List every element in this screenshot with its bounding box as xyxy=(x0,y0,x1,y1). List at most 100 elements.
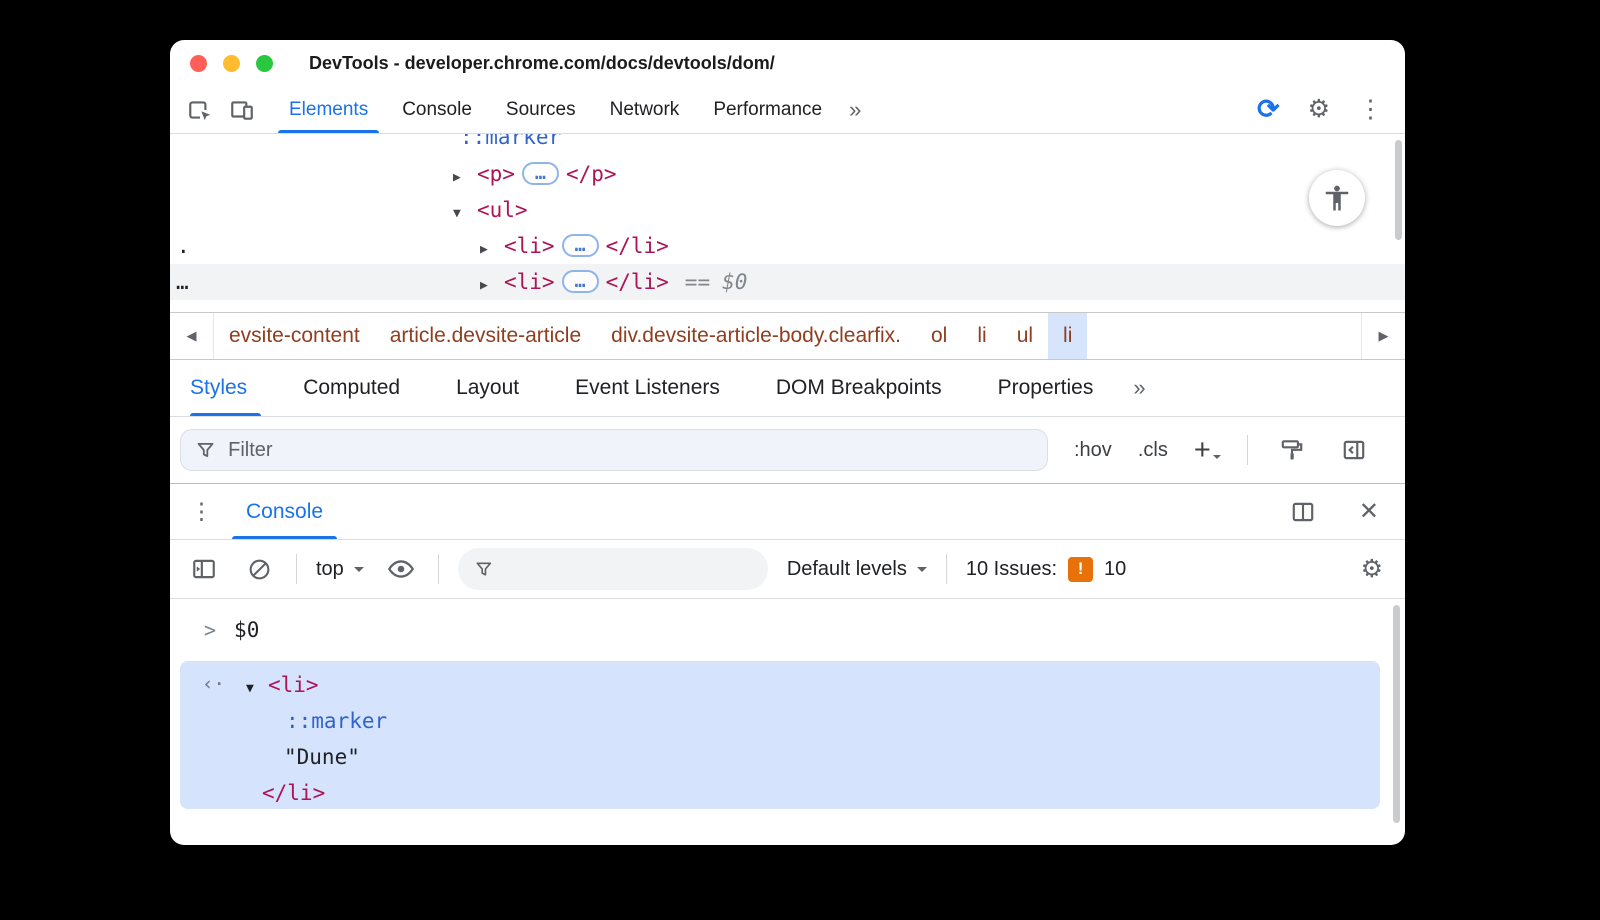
element-classes-button[interactable]: .cls xyxy=(1138,439,1168,462)
twisty-collapsed-icon[interactable]: ▶ xyxy=(480,232,504,268)
twisty-collapsed-icon[interactable]: ▶ xyxy=(480,268,504,304)
context-selector[interactable]: top xyxy=(316,558,364,581)
tree-row-p[interactable]: ▶<p>…</p> xyxy=(170,156,1405,192)
tab-dom-breakpoints[interactable]: DOM Breakpoints xyxy=(748,360,970,416)
dock-sidebar-icon[interactable] xyxy=(1336,432,1372,468)
console-command-text: $0 xyxy=(234,618,259,642)
close-window-button[interactable] xyxy=(190,55,207,72)
issues-counter[interactable]: 10 Issues: ! 10 xyxy=(966,557,1126,582)
tab-properties[interactable]: Properties xyxy=(970,360,1122,416)
clipped-gutter-text: . xyxy=(177,228,190,264)
devtools-window: DevTools - developer.chrome.com/docs/dev… xyxy=(170,40,1405,845)
dom-tree-scrollbar[interactable] xyxy=(1395,140,1402,240)
twisty-expanded-icon[interactable]: ▼ xyxy=(246,671,268,707)
breadcrumb-item[interactable]: evsite-content xyxy=(214,313,375,359)
issues-label: 10 Issues: xyxy=(966,558,1057,581)
tab-performance-label: Performance xyxy=(713,99,822,121)
minimize-window-button[interactable] xyxy=(223,55,240,72)
expand-ellipsis-button[interactable]: … xyxy=(562,270,599,293)
tree-row-ul[interactable]: ▼<ul> xyxy=(170,192,1405,228)
breadcrumb-item[interactable]: ul xyxy=(1002,313,1048,359)
tree-row-clipped-marker[interactable]: ::marker xyxy=(460,134,561,155)
issues-count: 10 xyxy=(1104,558,1126,581)
result-marker-row[interactable]: ::marker xyxy=(286,703,387,739)
expand-ellipsis-button[interactable]: … xyxy=(562,234,599,257)
close-drawer-icon[interactable]: ✕ xyxy=(1359,497,1379,526)
filter-funnel-icon xyxy=(474,558,494,580)
drawer-tab-console[interactable]: Console xyxy=(242,484,327,539)
panel-tabs: Elements Console Sources Network Perform… xyxy=(272,86,871,133)
dropdown-caret-icon xyxy=(354,567,364,577)
styles-filter-bar: :hov .cls + xyxy=(170,417,1405,483)
tab-console-label: Console xyxy=(402,99,472,121)
more-tabs-icon[interactable]: » xyxy=(839,86,871,133)
twisty-expanded-icon[interactable]: ▼ xyxy=(453,196,477,232)
breadcrumb-item-selected[interactable]: li xyxy=(1048,313,1087,359)
tag-open: <ul> xyxy=(477,198,528,222)
console-settings-gear-icon[interactable]: ⚙ xyxy=(1361,557,1383,582)
eye-live-expression-icon[interactable] xyxy=(383,551,419,587)
maximize-window-button[interactable] xyxy=(256,55,273,72)
toggle-element-state-button[interactable]: :hov xyxy=(1074,439,1112,462)
console-filter-input[interactable] xyxy=(503,558,751,581)
new-style-rule-button[interactable]: + xyxy=(1194,436,1221,465)
styles-filter-field[interactable] xyxy=(180,429,1048,471)
result-li-close-row[interactable]: </li> xyxy=(262,775,325,811)
drawer-kebab-menu-icon[interactable]: ⋮ xyxy=(190,484,218,539)
console-scrollbar[interactable] xyxy=(1393,605,1400,823)
breadcrumb-back-icon[interactable]: ◀ xyxy=(170,313,214,359)
tag-close: </li> xyxy=(606,270,669,294)
result-text-node-row[interactable]: "Dune" xyxy=(284,739,360,775)
divider xyxy=(946,554,947,584)
title-bar: DevTools - developer.chrome.com/docs/dev… xyxy=(170,40,1405,86)
twisty-collapsed-icon[interactable]: ▶ xyxy=(453,160,477,196)
inspect-element-icon[interactable] xyxy=(182,92,218,128)
result-li-open-row[interactable]: ▼<li> xyxy=(246,667,319,703)
tree-row-li-selected[interactable]: ▶<li>…</li>==$0 xyxy=(170,264,1405,300)
breadcrumb: ◀ evsite-content article.devsite-article… xyxy=(170,312,1405,360)
tab-computed-label: Computed xyxy=(303,376,400,400)
tab-event-listeners[interactable]: Event Listeners xyxy=(547,360,748,416)
tab-console[interactable]: Console xyxy=(385,86,489,133)
tag-close: </li> xyxy=(606,234,669,258)
log-levels-value: Default levels xyxy=(787,558,907,581)
accessibility-button[interactable] xyxy=(1309,170,1365,226)
tab-styles-label: Styles xyxy=(190,376,247,400)
accessibility-person-icon xyxy=(1322,183,1352,213)
clear-console-icon[interactable] xyxy=(241,551,277,587)
tab-layout[interactable]: Layout xyxy=(428,360,547,416)
tab-layout-label: Layout xyxy=(456,376,519,400)
tab-elements[interactable]: Elements xyxy=(272,86,385,133)
more-style-tabs-icon[interactable]: » xyxy=(1123,360,1155,416)
breadcrumb-item[interactable]: div.devsite-article-body.clearfix. xyxy=(596,313,916,359)
split-panel-icon[interactable] xyxy=(1285,494,1321,530)
expand-ellipsis-button[interactable]: … xyxy=(522,162,559,185)
divider xyxy=(296,554,297,584)
tab-properties-label: Properties xyxy=(998,376,1094,400)
console-sidebar-icon[interactable] xyxy=(186,551,222,587)
breadcrumb-forward-icon[interactable]: ▶ xyxy=(1361,313,1405,359)
console-filter-field[interactable] xyxy=(458,548,768,590)
breadcrumb-item[interactable]: li xyxy=(962,313,1001,359)
tab-styles[interactable]: Styles xyxy=(190,360,275,416)
divider xyxy=(438,554,439,584)
breadcrumb-item[interactable]: article.devsite-article xyxy=(375,313,596,359)
device-toolbar-icon[interactable] xyxy=(224,92,260,128)
tree-row-li-1[interactable]: ▶<li>…</li> xyxy=(170,228,1405,264)
breadcrumb-item[interactable]: ol xyxy=(916,313,962,359)
new-rule-dropdown-caret-icon xyxy=(1213,455,1221,463)
settings-gear-icon[interactable]: ⚙ xyxy=(1308,97,1330,122)
rendering-paint-roller-icon[interactable] xyxy=(1274,432,1310,468)
toolbar-right-group: ⟳ ⚙ ⋮ xyxy=(1257,86,1383,133)
plus-label: + xyxy=(1194,436,1211,465)
tab-computed[interactable]: Computed xyxy=(275,360,428,416)
kebab-menu-icon[interactable]: ⋮ xyxy=(1358,97,1383,122)
tab-performance[interactable]: Performance xyxy=(696,86,839,133)
reload-sync-icon[interactable]: ⟳ xyxy=(1257,96,1280,123)
styles-filter-input[interactable] xyxy=(228,439,1033,462)
tag-open: <p> xyxy=(477,162,515,186)
result-tag-close: </li> xyxy=(262,781,325,805)
tab-network[interactable]: Network xyxy=(593,86,697,133)
tab-sources[interactable]: Sources xyxy=(489,86,593,133)
log-levels-selector[interactable]: Default levels xyxy=(787,558,927,581)
